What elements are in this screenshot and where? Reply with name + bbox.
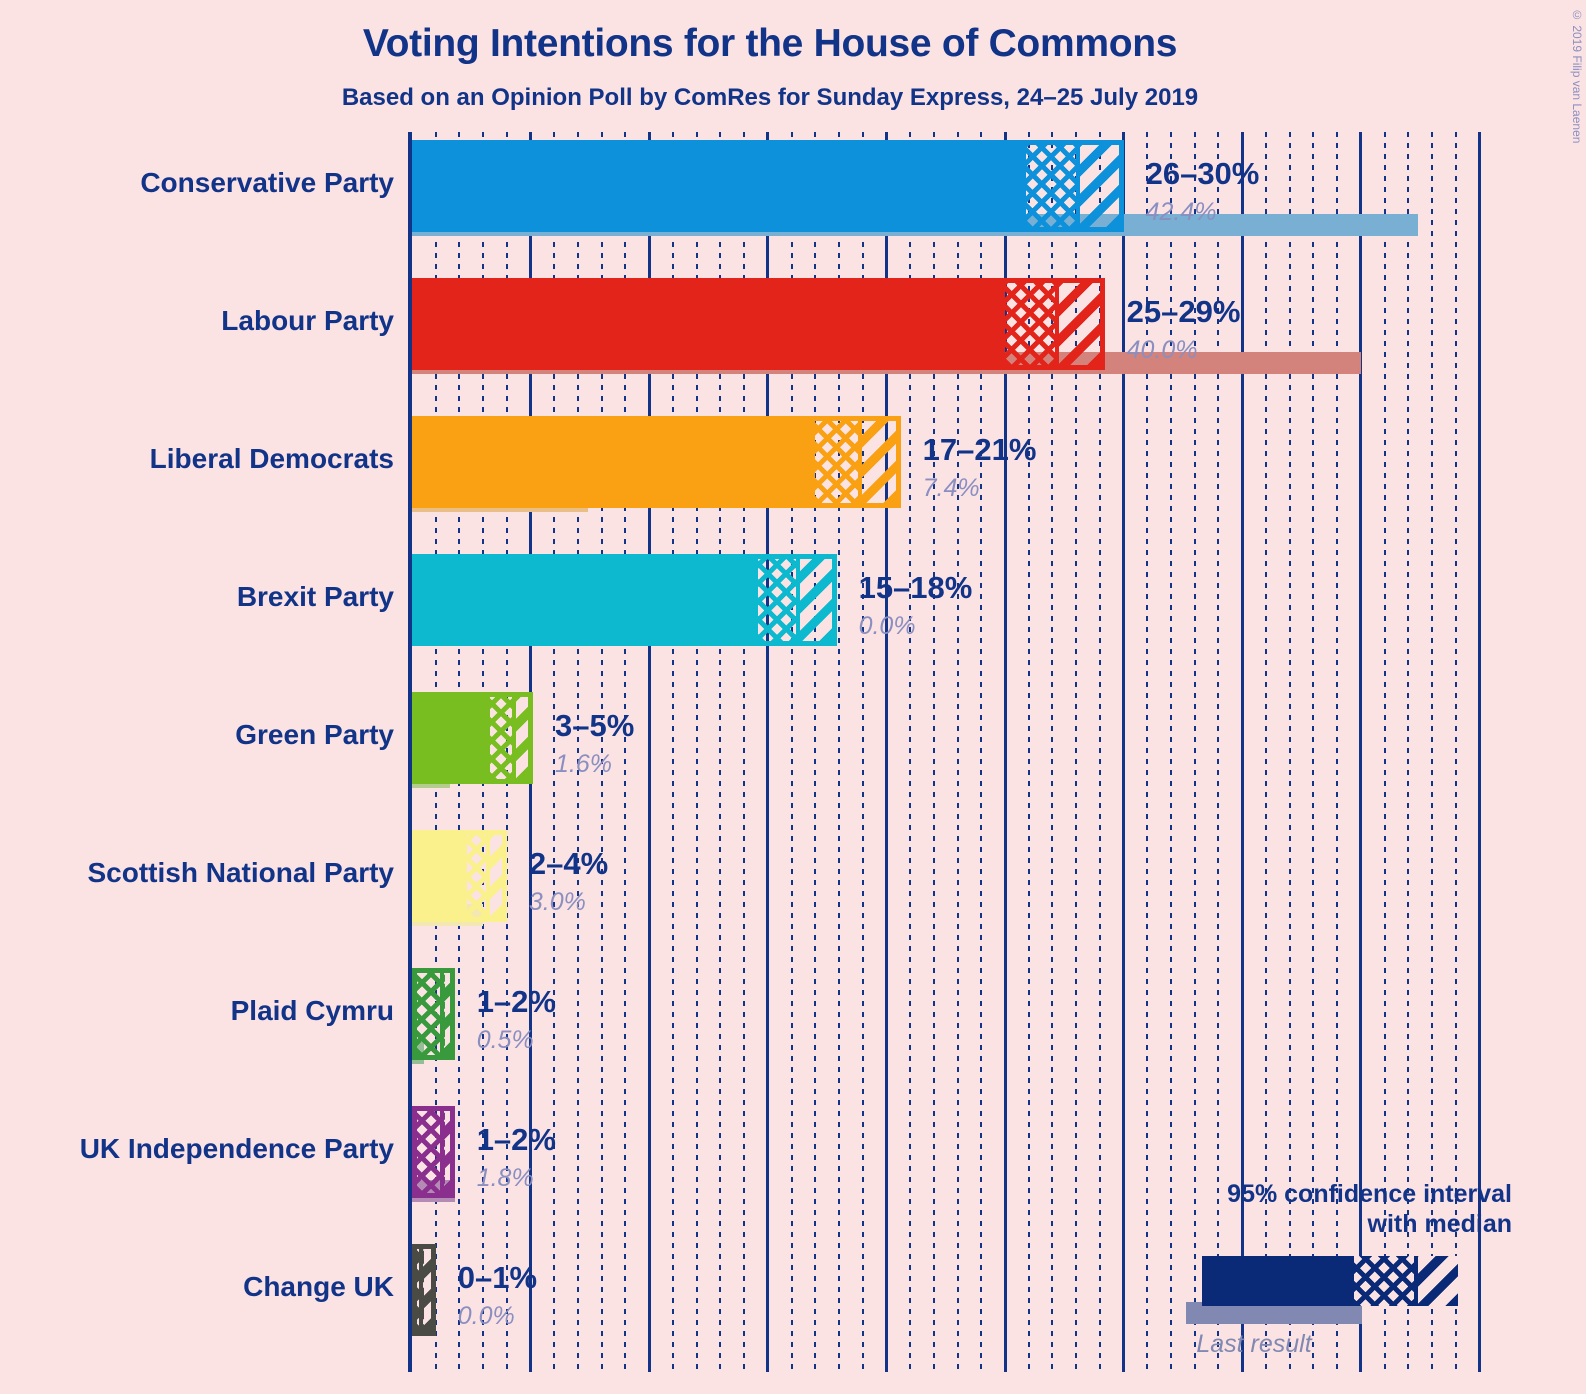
ci-median-crosshatch-segment <box>758 559 797 641</box>
bar-row: Scottish National Party 2–4% 3.0% <box>87 830 1512 968</box>
last-result-value-label: 40.0% <box>1126 336 1198 364</box>
ci-value-label: 1–2% <box>476 1122 556 1157</box>
legend-ci-swatch <box>1202 1256 1458 1306</box>
legend-diagonal-segment <box>1414 1256 1458 1306</box>
ci-upper-diagonal-segment <box>440 973 450 1055</box>
ci-upper-diagonal-segment <box>511 697 528 779</box>
ci-lower-solid-segment <box>417 835 467 917</box>
ci-value-label: 3–5% <box>554 708 635 743</box>
ci-lower-solid-segment <box>417 283 1005 365</box>
bar-row: Conservative Party 26–30% 42.4% <box>140 140 1512 278</box>
last-result-value-label: 0.5% <box>476 1026 534 1054</box>
ci-lower-solid-segment <box>417 697 491 779</box>
party-label-plaid-cymru: Plaid Cymru <box>230 995 394 1026</box>
confidence-interval-bar <box>412 692 533 784</box>
party-label-change-uk: Change UK <box>243 1271 394 1302</box>
ci-upper-diagonal-segment <box>1054 283 1100 365</box>
ci-value-label: 2–4% <box>528 846 609 881</box>
bar-row: Labour Party 25–29% 40.0% <box>221 278 1512 416</box>
ci-upper-diagonal-segment <box>419 1249 431 1331</box>
legend-last-result-caption: Last result <box>1196 1330 1312 1358</box>
ci-upper-diagonal-segment <box>1076 145 1119 227</box>
bar-row: Brexit Party 15–18% 0.0% <box>237 554 1512 692</box>
copyright-notice: © 2019 Filip van Laenen <box>1570 8 1584 144</box>
confidence-interval-bar <box>412 554 837 646</box>
legend-title-line1: 95% confidence interval <box>1227 1180 1512 1208</box>
legend-swatches <box>1092 1248 1512 1326</box>
legend-title-line2: with median <box>1367 1209 1512 1238</box>
page-subtitle: Based on an Opinion Poll by ComRes for S… <box>341 84 1199 111</box>
last-result-value-label: 1.6% <box>554 750 612 778</box>
ci-lower-solid-segment <box>417 145 1027 227</box>
ci-upper-diagonal-segment <box>857 421 896 503</box>
confidence-interval-bar <box>412 1106 455 1198</box>
bar-row: Liberal Democrats 17–21% 7.4% <box>150 416 1512 554</box>
party-label-conservative-party: Conservative Party <box>140 167 394 198</box>
page-title: Voting Intentions for the House of Commo… <box>362 22 1178 65</box>
ci-value-label: 17–21% <box>922 432 1037 467</box>
last-result-value-label: 7.4% <box>922 474 980 502</box>
confidence-interval-bar <box>412 140 1124 232</box>
ci-upper-diagonal-segment <box>485 835 502 917</box>
confidence-interval-bar <box>412 830 507 922</box>
last-result-value-label: 0.0% <box>858 612 916 640</box>
last-result-value-label: 3.0% <box>528 888 586 916</box>
party-label-liberal-democrats: Liberal Democrats <box>149 443 394 474</box>
ci-lower-solid-segment <box>417 421 816 503</box>
confidence-interval-bar <box>412 278 1105 370</box>
last-result-value-label: 0.0% <box>457 1302 515 1330</box>
last-result-value-label: 42.4% <box>1145 198 1217 226</box>
ci-lower-solid-segment <box>417 559 759 641</box>
ci-value-label: 26–30% <box>1145 156 1260 191</box>
last-result-value-label: 1.8% <box>476 1164 534 1192</box>
party-label-brexit-party: Brexit Party <box>236 581 394 612</box>
ci-median-crosshatch-segment <box>815 421 858 503</box>
party-label-green-party: Green Party <box>235 719 394 750</box>
legend-title: 95% confidence interval with median <box>1092 1180 1512 1239</box>
confidence-interval-bar <box>412 416 901 508</box>
ci-median-crosshatch-segment <box>490 697 512 779</box>
chart-root: Voting Intentions for the House of Commo… <box>0 0 1586 1394</box>
ci-upper-diagonal-segment <box>440 1111 450 1193</box>
ci-median-crosshatch-segment <box>466 835 486 917</box>
ci-median-crosshatch-segment <box>1005 283 1055 365</box>
bar-row: Plaid Cymru 1–2% 0.5% <box>231 968 1512 1106</box>
ci-value-label: 15–18% <box>858 570 973 605</box>
party-label-uk-independence-party: UK Independence Party <box>79 1133 394 1164</box>
confidence-interval-bar <box>412 968 455 1060</box>
ci-value-label: 0–1% <box>457 1260 538 1295</box>
ci-median-crosshatch-segment <box>1026 145 1077 227</box>
confidence-interval-bar <box>412 1244 436 1336</box>
legend-crosshatch-segment <box>1354 1256 1414 1306</box>
legend: 95% confidence interval with median Last… <box>1092 1180 1512 1359</box>
bar-row: Green Party 3–5% 1.6% <box>235 692 1512 830</box>
legend-solid-segment <box>1202 1256 1354 1306</box>
party-label-scottish-national-party: Scottish National Party <box>87 857 394 888</box>
ci-value-label: 25–29% <box>1126 294 1241 329</box>
ci-upper-diagonal-segment <box>796 559 832 641</box>
ci-value-label: 1–2% <box>476 984 556 1019</box>
party-label-labour-party: Labour Party <box>221 305 394 336</box>
